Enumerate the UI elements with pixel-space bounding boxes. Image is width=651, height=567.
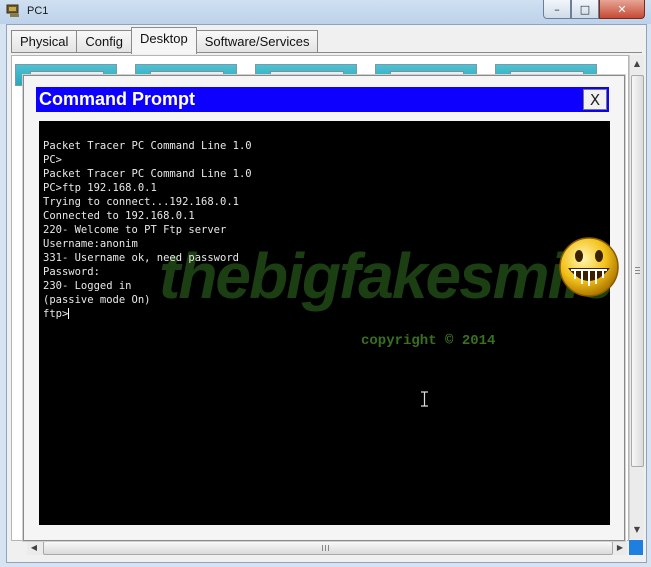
scrollbar-corner bbox=[629, 540, 643, 555]
command-prompt-titlebar[interactable]: Command Prompt bbox=[36, 87, 609, 112]
horizontal-scrollbar[interactable]: ◀ ▶ bbox=[27, 540, 627, 555]
scroll-right-arrow-icon[interactable]: ▶ bbox=[613, 540, 627, 555]
window-controls: – □ ✕ bbox=[543, 0, 645, 19]
close-button[interactable]: ✕ bbox=[599, 0, 645, 19]
terminal-line: 331- Username ok, need password bbox=[43, 252, 239, 264]
terminal-line: Trying to connect...192.168.0.1 bbox=[43, 196, 239, 208]
terminal-prompt[interactable]: ftp> bbox=[43, 308, 70, 320]
tab-software-services[interactable]: Software/Services bbox=[195, 30, 319, 53]
tab-physical[interactable]: Physical bbox=[11, 30, 78, 53]
horizontal-scroll-thumb[interactable] bbox=[43, 541, 613, 555]
grinning-smiley-icon bbox=[559, 237, 619, 297]
terminal-prompt-text: ftp> bbox=[43, 308, 69, 320]
window-title: PC1 bbox=[27, 5, 49, 17]
command-prompt-close-button[interactable]: X bbox=[583, 89, 607, 110]
scroll-up-arrow-icon[interactable]: ▲ bbox=[630, 57, 644, 71]
pc-app-icon bbox=[6, 4, 19, 17]
vertical-scrollbar[interactable]: ▲ ▼ bbox=[629, 55, 644, 539]
terminal-line: (passive mode On) bbox=[43, 294, 151, 306]
watermark-text: thebigfakesmile bbox=[159, 240, 610, 312]
terminal-line: PC>ftp 192.168.0.1 bbox=[43, 182, 157, 194]
command-prompt-title: Command Prompt bbox=[39, 89, 196, 109]
terminal-line: 230- Logged in bbox=[43, 280, 132, 292]
terminal-line: Packet Tracer PC Command Line 1.0 bbox=[43, 168, 252, 180]
tab-bar: Physical Config Desktop Software/Service… bbox=[11, 27, 319, 54]
ibeam-cursor-icon bbox=[421, 391, 428, 407]
tab-divider bbox=[11, 52, 642, 53]
tab-config[interactable]: Config bbox=[76, 30, 132, 53]
command-prompt-window: Command Prompt X thebigfakesmile copyrig… bbox=[23, 75, 625, 541]
terminal-output[interactable]: thebigfakesmile copyright © 2014 Packet … bbox=[39, 121, 610, 525]
window-titlebar[interactable]: PC1 – □ ✕ bbox=[0, 0, 651, 24]
terminal-line: Password: bbox=[43, 266, 100, 278]
terminal-line: Connected to 192.168.0.1 bbox=[43, 210, 195, 222]
tab-desktop[interactable]: Desktop bbox=[131, 27, 197, 54]
text-caret bbox=[68, 308, 70, 319]
maximize-button[interactable]: □ bbox=[571, 0, 599, 19]
terminal-line: 220- Welcome to PT Ftp server bbox=[43, 224, 227, 236]
terminal-line: Username:anonim bbox=[43, 238, 138, 250]
scroll-left-arrow-icon[interactable]: ◀ bbox=[27, 540, 41, 555]
watermark-copyright: copyright © 2014 bbox=[361, 333, 496, 349]
minimize-button[interactable]: – bbox=[543, 0, 571, 19]
scroll-down-arrow-icon[interactable]: ▼ bbox=[630, 523, 644, 537]
terminal-line: Packet Tracer PC Command Line 1.0 bbox=[43, 140, 252, 152]
terminal-line: PC> bbox=[43, 154, 62, 166]
vertical-scroll-thumb[interactable] bbox=[631, 75, 644, 467]
